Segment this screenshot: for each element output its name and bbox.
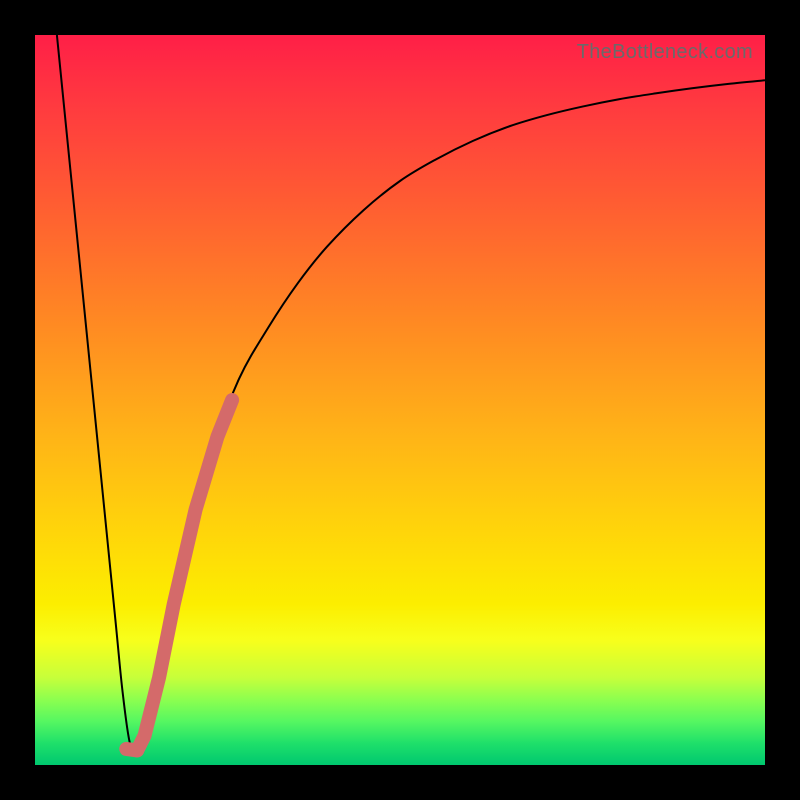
curve-layer	[35, 35, 765, 765]
chart-frame: TheBottleneck.com	[0, 0, 800, 800]
plot-area: TheBottleneck.com	[35, 35, 765, 765]
highlight-segment-path	[137, 400, 232, 750]
